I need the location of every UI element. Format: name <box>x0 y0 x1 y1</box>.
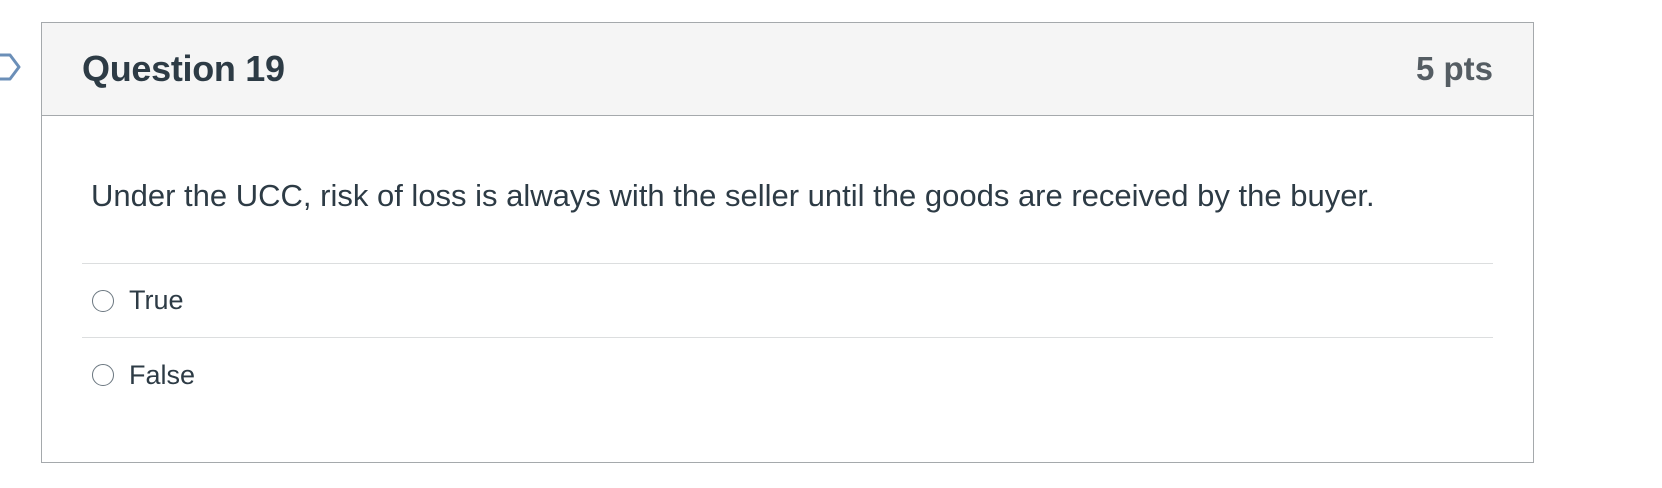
question-card: Question 19 5 pts Under the UCC, risk of… <box>41 22 1534 463</box>
answer-label: False <box>129 359 196 390</box>
question-points: 5 pts <box>1415 50 1493 87</box>
answer-label: True <box>129 285 184 315</box>
answer-list: True False <box>82 263 1493 412</box>
question-text: Under the UCC, risk of loss is always wi… <box>91 178 1375 213</box>
flag-question-icon[interactable] <box>0 52 22 82</box>
answer-option-false[interactable]: False <box>82 338 1493 412</box>
answer-option-true[interactable]: True <box>82 264 1493 338</box>
question-title: Question 19 <box>82 48 285 89</box>
question-body: Under the UCC, risk of loss is always wi… <box>42 116 1533 412</box>
question-header: Question 19 5 pts <box>42 23 1533 116</box>
radio-button[interactable] <box>92 364 114 386</box>
radio-button[interactable] <box>92 289 114 312</box>
